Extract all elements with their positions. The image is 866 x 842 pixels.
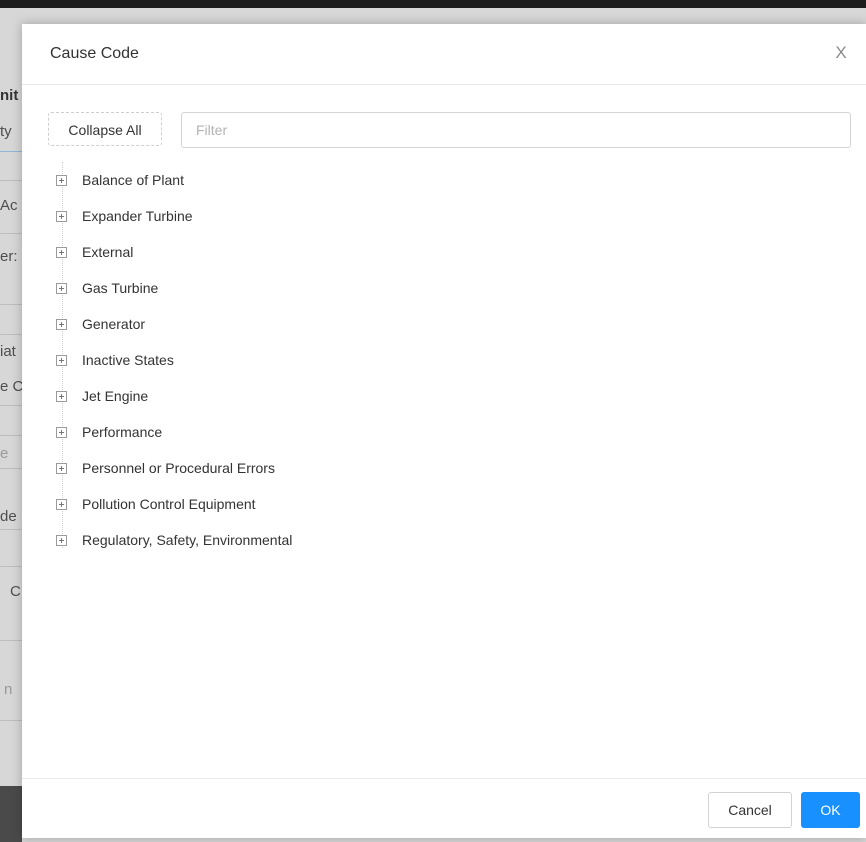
tree-node[interactable]: Balance of Plant <box>54 164 554 200</box>
plus-square-icon[interactable] <box>56 175 67 186</box>
background-divider <box>0 720 22 721</box>
tree-node-label[interactable]: Jet Engine <box>82 388 148 404</box>
dialog-header: Cause Code X <box>22 24 866 85</box>
background-text-fragment: de <box>0 508 17 525</box>
tree-node[interactable]: Expander Turbine <box>54 200 554 236</box>
background-divider <box>0 151 22 152</box>
tree-node[interactable]: External <box>54 236 554 272</box>
tree-node[interactable]: Regulatory, Safety, Environmental <box>54 524 554 560</box>
dialog-title: Cause Code <box>50 45 139 62</box>
plus-square-icon[interactable] <box>56 499 67 510</box>
background-text-fragment: nit <box>0 87 19 104</box>
cancel-button[interactable]: Cancel <box>708 792 792 828</box>
cause-code-dialog: Cause Code X Collapse All Balance of Pla… <box>22 24 866 838</box>
tree-node-label[interactable]: Performance <box>82 424 162 440</box>
plus-square-icon[interactable] <box>56 391 67 402</box>
background-bottom-bar <box>0 786 22 842</box>
background-text-fragment: iat <box>0 343 16 360</box>
background-text-fragment: Ac <box>0 197 18 214</box>
background-text-fragment: e <box>0 445 9 462</box>
ok-button[interactable]: OK <box>801 792 860 828</box>
background-divider <box>0 640 22 641</box>
plus-square-icon[interactable] <box>56 319 67 330</box>
plus-square-icon[interactable] <box>56 355 67 366</box>
background-divider <box>0 529 22 530</box>
tree-node-label[interactable]: Personnel or Procedural Errors <box>82 460 275 476</box>
tree-node[interactable]: Inactive States <box>54 344 554 380</box>
background-divider <box>0 435 22 436</box>
background-divider <box>0 405 22 406</box>
tree-node-label[interactable]: Balance of Plant <box>82 172 184 188</box>
background-divider <box>0 566 22 567</box>
tree-node[interactable]: Gas Turbine <box>54 272 554 308</box>
tree-node-label[interactable]: Gas Turbine <box>82 280 158 296</box>
dialog-footer: Cancel OK <box>22 778 866 839</box>
tree-node[interactable]: Personnel or Procedural Errors <box>54 452 554 488</box>
plus-square-icon[interactable] <box>56 427 67 438</box>
background-divider <box>0 233 22 234</box>
tree-node-label[interactable]: Regulatory, Safety, Environmental <box>82 532 292 548</box>
tree-node-label[interactable]: Inactive States <box>82 352 174 368</box>
background-divider <box>0 334 22 335</box>
plus-square-icon[interactable] <box>56 247 67 258</box>
tree-node-label[interactable]: External <box>82 244 133 260</box>
tree-node-label[interactable]: Expander Turbine <box>82 208 193 224</box>
tree-node-label[interactable]: Generator <box>82 316 145 332</box>
background-text-fragment: n <box>4 681 13 698</box>
plus-square-icon[interactable] <box>56 283 67 294</box>
background-divider <box>0 468 22 469</box>
tree-node[interactable]: Jet Engine <box>54 380 554 416</box>
cause-code-tree: Balance of Plant Expander Turbine Extern… <box>54 164 554 560</box>
tree-node[interactable]: Performance <box>54 416 554 452</box>
tree-node[interactable]: Generator <box>54 308 554 344</box>
background-divider <box>0 180 22 181</box>
background-text-fragment: C <box>10 583 21 600</box>
background-divider <box>0 304 22 305</box>
background-text-fragment: er: <box>0 248 18 265</box>
filter-input[interactable] <box>181 112 851 148</box>
background-top-bar <box>0 0 866 8</box>
background-text-fragment: e C <box>0 378 22 395</box>
tree-node[interactable]: Pollution Control Equipment <box>54 488 554 524</box>
plus-square-icon[interactable] <box>56 535 67 546</box>
collapse-all-button[interactable]: Collapse All <box>48 112 162 146</box>
plus-square-icon[interactable] <box>56 211 67 222</box>
background-text-fragment: ty <box>0 123 12 140</box>
plus-square-icon[interactable] <box>56 463 67 474</box>
close-icon[interactable]: X <box>830 42 852 64</box>
tree-node-label[interactable]: Pollution Control Equipment <box>82 496 256 512</box>
